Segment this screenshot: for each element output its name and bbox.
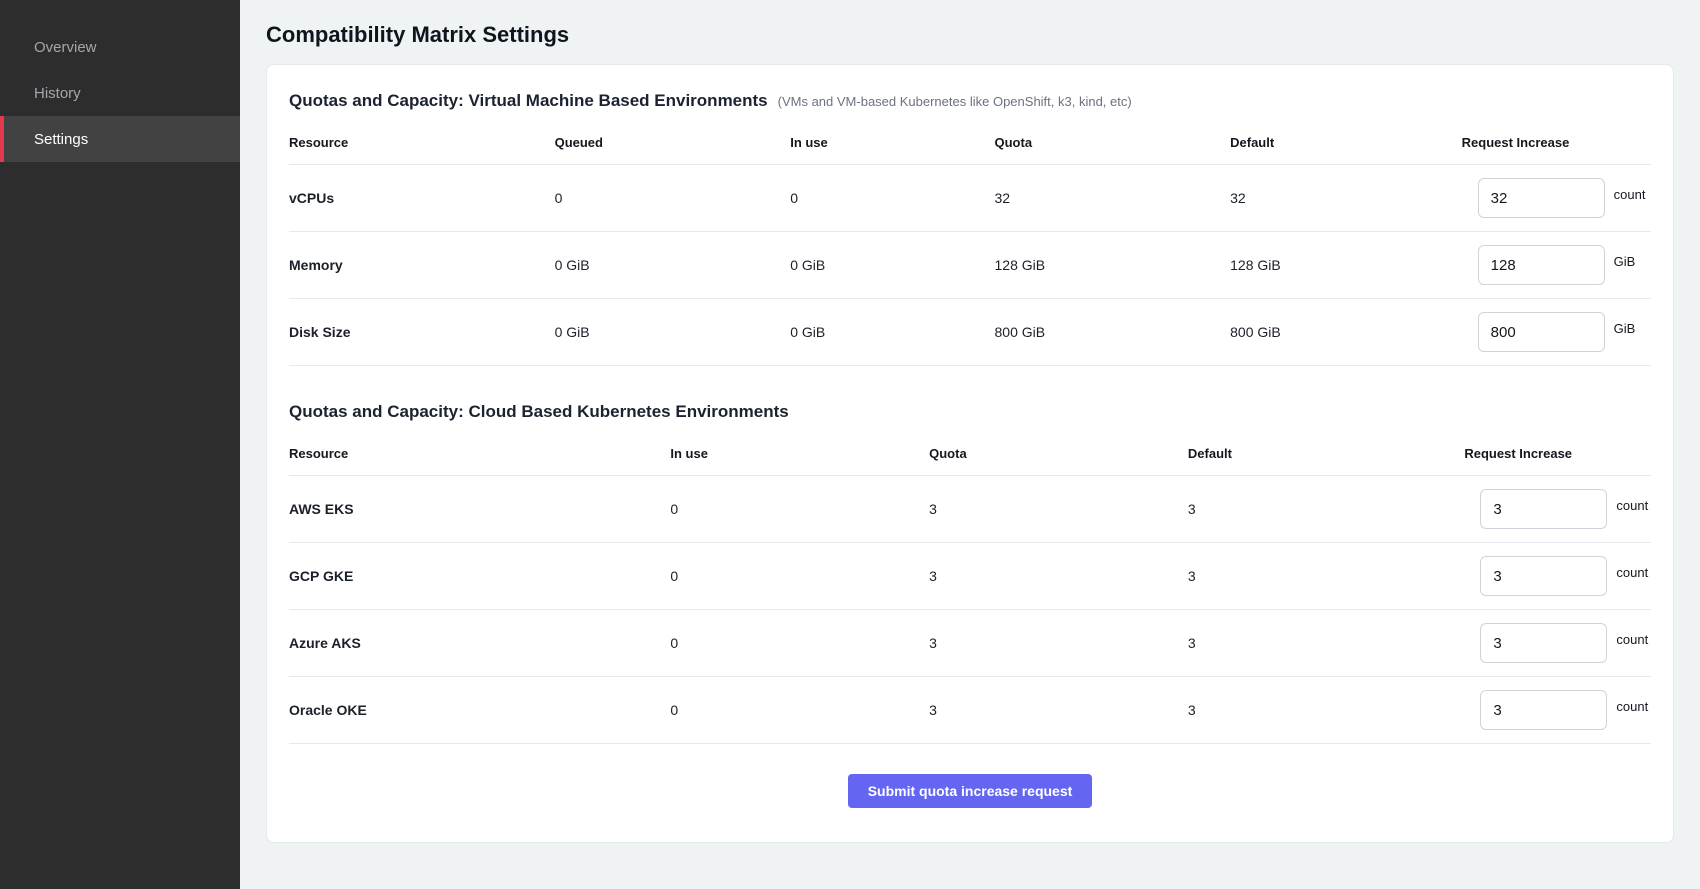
in-use-value: 0	[670, 546, 929, 606]
queued-value: 0	[555, 168, 791, 228]
in-use-value: 0	[670, 680, 929, 740]
resource-name: GCP GKE	[289, 546, 670, 606]
main-content: Compatibility Matrix Settings Quotas and…	[240, 0, 1700, 889]
in-use-value: 0	[790, 168, 994, 228]
queued-value: 0 GiB	[555, 302, 791, 362]
resource-name: Oracle OKE	[289, 680, 670, 740]
column-header-default: Default	[1230, 129, 1462, 164]
resource-name: vCPUs	[289, 168, 555, 228]
sidebar: Overview History Settings	[0, 0, 240, 889]
column-header-quota: Quota	[929, 440, 1188, 475]
vm-quota-section: Quotas and Capacity: Virtual Machine Bas…	[289, 91, 1651, 366]
quota-value: 128 GiB	[995, 235, 1231, 295]
vm-section-subtitle: (VMs and VM-based Kubernetes like OpenSh…	[778, 94, 1132, 109]
unit-label: GiB	[1614, 254, 1636, 269]
column-header-request-increase: Request Increase	[1462, 129, 1651, 164]
default-value: 3	[1188, 680, 1464, 740]
quota-value: 3	[929, 479, 1188, 539]
sidebar-item-history[interactable]: History	[0, 70, 240, 116]
default-value: 3	[1188, 613, 1464, 673]
request-increase-cell: count	[1464, 476, 1651, 542]
column-header-quota: Quota	[995, 129, 1231, 164]
column-header-resource: Resource	[289, 440, 670, 475]
vm-table-header-row: Resource Queued In use Quota Default Req…	[289, 129, 1651, 165]
disk-size-quota-input[interactable]	[1478, 312, 1605, 352]
in-use-value: 0	[670, 613, 929, 673]
request-increase-cell: count	[1464, 677, 1651, 743]
vm-quota-table: Resource Queued In use Quota Default Req…	[289, 129, 1651, 366]
table-row-vcpus: vCPUs 0 0 32 32 count	[289, 165, 1651, 232]
default-value: 32	[1230, 168, 1462, 228]
column-header-in-use: In use	[790, 129, 994, 164]
aws-eks-quota-input[interactable]	[1480, 489, 1607, 529]
column-header-queued: Queued	[555, 129, 791, 164]
table-row-gcp-gke: GCP GKE 0 3 3 count	[289, 543, 1651, 610]
column-header-in-use: In use	[670, 440, 929, 475]
in-use-value: 0 GiB	[790, 302, 994, 362]
table-row-oracle-oke: Oracle OKE 0 3 3 count	[289, 677, 1651, 744]
vm-section-header: Quotas and Capacity: Virtual Machine Bas…	[289, 91, 1651, 111]
resource-name: Azure AKS	[289, 613, 670, 673]
request-increase-cell: count	[1464, 610, 1651, 676]
k8s-quota-section: Quotas and Capacity: Cloud Based Kuberne…	[289, 402, 1651, 744]
default-value: 3	[1188, 546, 1464, 606]
unit-label: count	[1616, 632, 1648, 647]
quota-value: 32	[995, 168, 1231, 228]
quota-value: 800 GiB	[995, 302, 1231, 362]
quota-value: 3	[929, 680, 1188, 740]
sidebar-item-settings[interactable]: Settings	[0, 116, 240, 162]
unit-label: count	[1614, 187, 1646, 202]
queued-value: 0 GiB	[555, 235, 791, 295]
sidebar-item-overview[interactable]: Overview	[0, 24, 240, 70]
in-use-value: 0	[670, 479, 929, 539]
unit-label: count	[1616, 498, 1648, 513]
request-increase-cell: GiB	[1462, 232, 1651, 298]
quota-value: 3	[929, 613, 1188, 673]
table-row-aws-eks: AWS EKS 0 3 3 count	[289, 476, 1651, 543]
k8s-table-header-row: Resource In use Quota Default Request In…	[289, 440, 1651, 476]
table-row-azure-aks: Azure AKS 0 3 3 count	[289, 610, 1651, 677]
vm-section-title: Quotas and Capacity: Virtual Machine Bas…	[289, 91, 768, 111]
azure-aks-quota-input[interactable]	[1480, 623, 1607, 663]
default-value: 3	[1188, 479, 1464, 539]
oracle-oke-quota-input[interactable]	[1480, 690, 1607, 730]
request-increase-cell: count	[1462, 165, 1651, 231]
submit-container: Submit quota increase request	[289, 744, 1651, 822]
resource-name: AWS EKS	[289, 479, 670, 539]
unit-label: GiB	[1614, 321, 1636, 336]
resource-name: Memory	[289, 235, 555, 295]
column-header-resource: Resource	[289, 129, 555, 164]
request-increase-cell: count	[1464, 543, 1651, 609]
settings-card: Quotas and Capacity: Virtual Machine Bas…	[266, 64, 1674, 843]
default-value: 128 GiB	[1230, 235, 1462, 295]
unit-label: count	[1616, 699, 1648, 714]
resource-name: Disk Size	[289, 302, 555, 362]
column-header-request-increase: Request Increase	[1464, 440, 1651, 475]
k8s-quota-table: Resource In use Quota Default Request In…	[289, 440, 1651, 744]
gcp-gke-quota-input[interactable]	[1480, 556, 1607, 596]
table-row-disk-size: Disk Size 0 GiB 0 GiB 800 GiB 800 GiB Gi…	[289, 299, 1651, 366]
request-increase-cell: GiB	[1462, 299, 1651, 365]
k8s-section-header: Quotas and Capacity: Cloud Based Kuberne…	[289, 402, 1651, 422]
default-value: 800 GiB	[1230, 302, 1462, 362]
vcpus-quota-input[interactable]	[1478, 178, 1605, 218]
unit-label: count	[1616, 565, 1648, 580]
memory-quota-input[interactable]	[1478, 245, 1605, 285]
column-header-default: Default	[1188, 440, 1464, 475]
table-row-memory: Memory 0 GiB 0 GiB 128 GiB 128 GiB GiB	[289, 232, 1651, 299]
k8s-section-title: Quotas and Capacity: Cloud Based Kuberne…	[289, 402, 789, 422]
submit-quota-increase-button[interactable]: Submit quota increase request	[848, 774, 1093, 808]
quota-value: 3	[929, 546, 1188, 606]
page-title: Compatibility Matrix Settings	[266, 22, 1674, 48]
in-use-value: 0 GiB	[790, 235, 994, 295]
